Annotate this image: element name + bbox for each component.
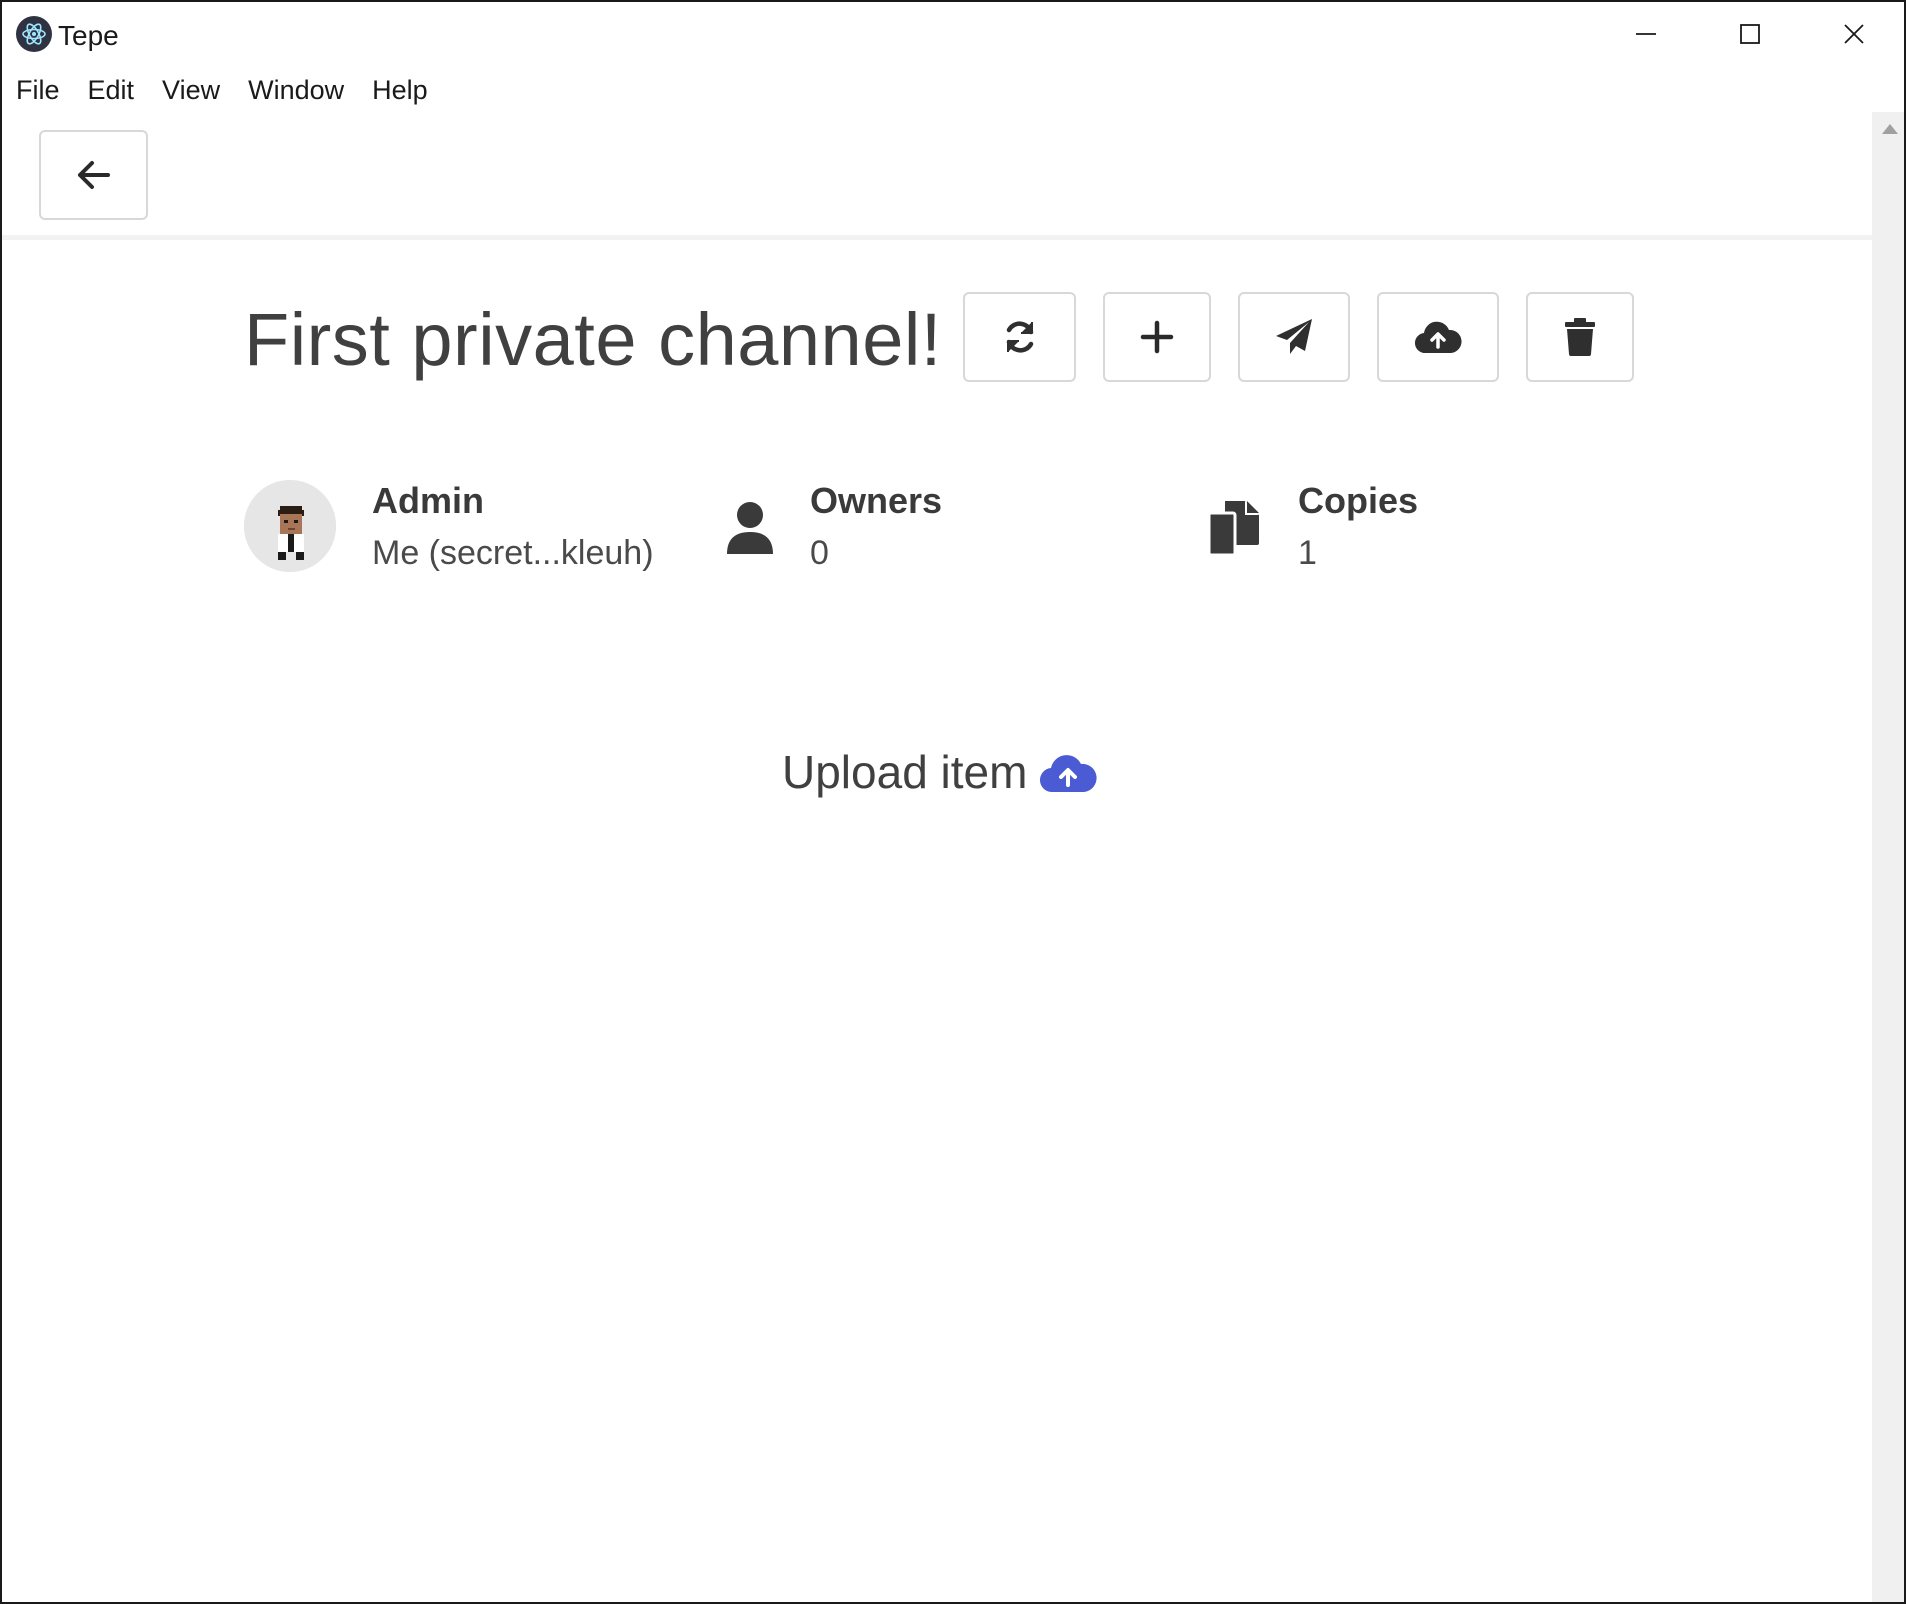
user-icon [725,500,775,561]
maximize-button[interactable] [1698,2,1802,66]
admin-label: Admin [372,480,484,521]
add-button[interactable] [1103,292,1211,382]
minimize-icon [1636,33,1656,35]
upload-item-button[interactable]: Upload item [782,745,1098,799]
menu-window[interactable]: Window [248,71,344,110]
scroll-up-arrow-icon[interactable] [1882,124,1898,134]
refresh-button[interactable] [963,292,1076,382]
title-bar: Tepe [2,2,1904,68]
menu-bar: File Edit View Window Help [2,68,1904,112]
back-button[interactable] [39,130,148,220]
admin-value: Me (secret...kleuh) [372,534,654,572]
menu-view[interactable]: View [162,71,220,110]
paper-plane-icon [1276,319,1312,354]
plus-icon [1140,320,1174,354]
top-navigation [2,112,1872,240]
copy-icon [1207,499,1263,562]
cloud-upload-accent-icon [1040,755,1098,793]
close-button[interactable] [1802,2,1904,66]
maximize-icon [1740,24,1760,44]
menu-edit[interactable]: Edit [88,71,135,110]
refresh-icon [1006,321,1033,353]
minimize-button[interactable] [1594,2,1698,66]
menu-help[interactable]: Help [372,71,428,110]
owners-label: Owners [810,480,943,521]
electron-app-icon [16,16,52,52]
main-content: First private channel! Admin Me (secret.… [2,112,1872,1602]
upload-item-label: Upload item [782,746,1028,798]
owners-value: 0 [810,534,829,572]
pixel-avatar-icon [244,480,336,572]
trash-icon [1565,318,1595,356]
window-title: Tepe [58,20,119,51]
delete-button[interactable] [1526,292,1634,382]
menu-file[interactable]: File [16,71,60,110]
arrow-left-icon [77,161,110,189]
app-window: Tepe File Edit View Window Help First pr… [0,0,1906,1604]
send-button[interactable] [1238,292,1350,382]
close-icon [1844,24,1864,44]
channel-title: First private channel! [244,298,942,381]
upload-cloud-button[interactable] [1377,292,1499,382]
vertical-scrollbar[interactable] [1872,112,1904,1602]
copies-label: Copies [1298,480,1419,521]
admin-avatar [244,480,336,572]
copies-value: 1 [1298,534,1317,572]
cloud-upload-icon [1414,321,1462,354]
